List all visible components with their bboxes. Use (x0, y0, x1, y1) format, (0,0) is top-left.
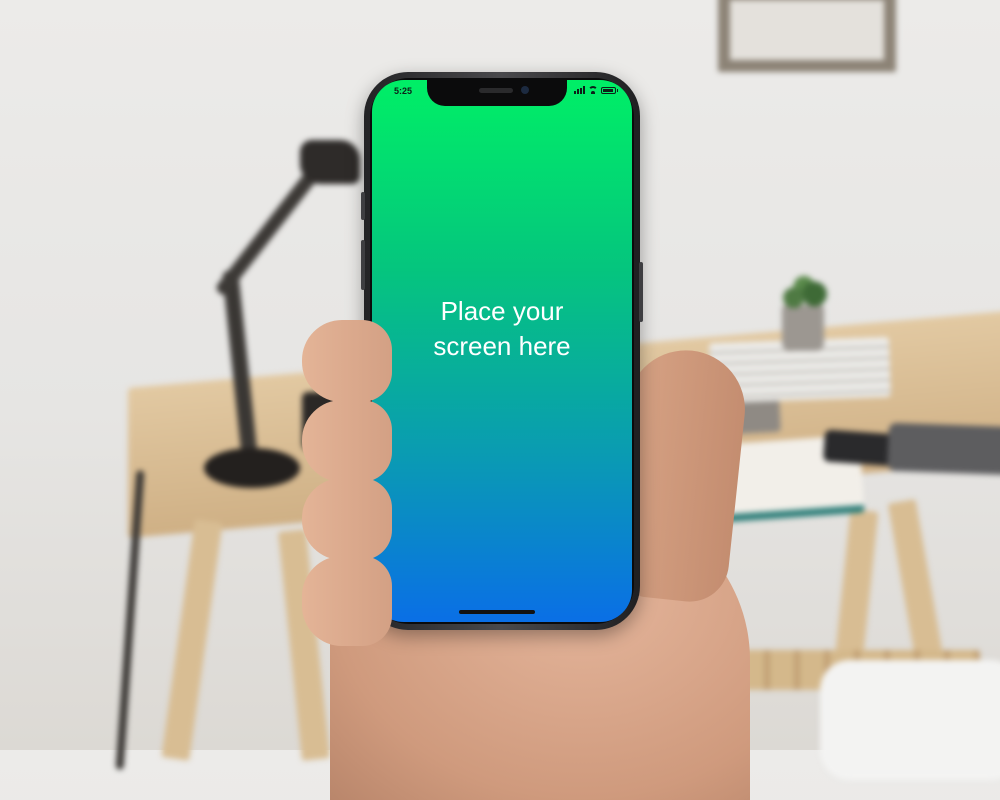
phone-screen[interactable]: 5:25 Place your screen here (372, 80, 632, 622)
front-camera-icon (521, 86, 529, 94)
plant (778, 275, 830, 313)
placeholder-text: Place your screen here (372, 294, 632, 364)
status-time: 5:25 (394, 86, 413, 96)
earpiece-speaker (479, 88, 513, 93)
desk-laptop (887, 422, 1000, 476)
battery-cap (617, 88, 618, 92)
signal-icon (574, 86, 585, 94)
lamp-base (204, 448, 300, 488)
lamp-head (300, 140, 360, 184)
finger (302, 478, 392, 560)
placeholder-line-2: screen here (433, 331, 571, 361)
lamp-arm (214, 162, 324, 298)
wall-picture-frame (718, 0, 896, 72)
chair (820, 660, 1000, 780)
finger (302, 556, 392, 646)
status-icons (574, 86, 618, 94)
home-indicator[interactable] (459, 610, 535, 614)
mute-switch (361, 192, 365, 220)
volume-button (361, 240, 365, 290)
phone-mockup: 5:25 Place your screen here (361, 72, 643, 630)
finger (302, 320, 392, 402)
desk-leg (161, 519, 223, 761)
placeholder-line-1: Place your (440, 296, 564, 326)
wifi-icon (588, 86, 598, 94)
side-button (639, 262, 643, 322)
finger (302, 400, 392, 482)
battery-icon (601, 86, 616, 94)
notch (427, 80, 567, 106)
